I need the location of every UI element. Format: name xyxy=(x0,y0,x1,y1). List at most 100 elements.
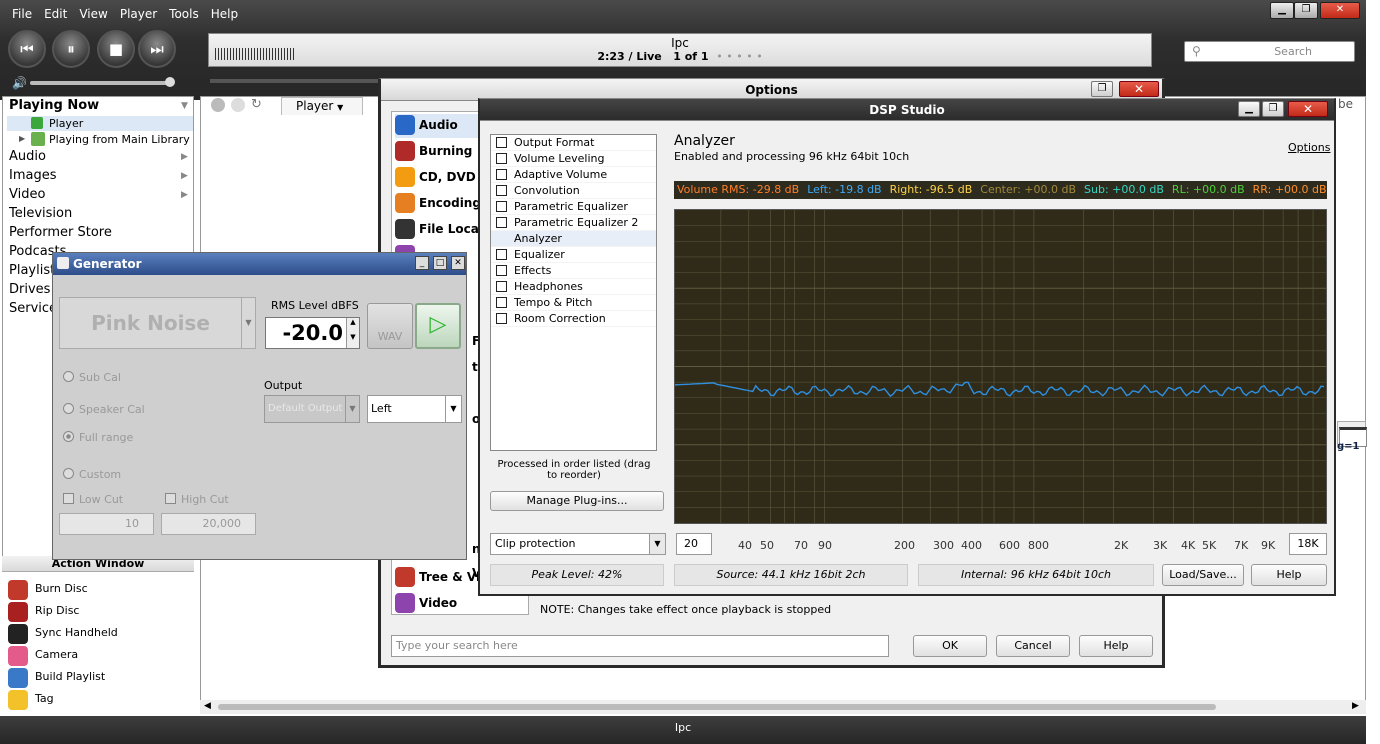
action-burn-disc[interactable]: Burn Disc xyxy=(8,580,88,600)
checkbox[interactable] xyxy=(496,185,507,196)
dsp-minimize-button[interactable]: ▁ xyxy=(1238,101,1260,117)
channel-select[interactable]: Left ▼ xyxy=(367,395,462,423)
dsp-close-button[interactable]: ✕ xyxy=(1288,101,1328,117)
high-cut-input[interactable]: 20,000 xyxy=(161,513,256,535)
action-camera[interactable]: Camera xyxy=(8,646,78,666)
tree-images[interactable]: Images xyxy=(9,168,57,183)
ok-button[interactable]: OK xyxy=(913,635,987,657)
dsp-item-output-format[interactable]: Output Format xyxy=(491,135,656,151)
chevron-right-icon[interactable]: ▶ xyxy=(181,190,188,200)
options-close-button[interactable]: ✕ xyxy=(1119,81,1159,97)
previous-button[interactable]: ⏮ xyxy=(8,30,46,68)
stop-button[interactable]: ■ xyxy=(97,30,135,68)
options-maximize-button[interactable]: ❐ xyxy=(1091,81,1113,97)
dsp-item-adaptive-volume[interactable]: Adaptive Volume xyxy=(491,167,656,183)
gen-maximize-button[interactable]: □ xyxy=(433,256,447,270)
cancel-button[interactable]: Cancel xyxy=(996,635,1070,657)
radio-custom[interactable] xyxy=(63,468,74,479)
low-cut-input[interactable]: 10 xyxy=(59,513,154,535)
checkbox[interactable] xyxy=(496,281,507,292)
dsp-help-button[interactable]: Help xyxy=(1251,564,1327,586)
tree-service[interactable]: Service xyxy=(9,301,57,316)
low-cut-checkbox[interactable] xyxy=(63,493,74,504)
checkbox[interactable] xyxy=(496,313,507,324)
checkbox[interactable] xyxy=(496,153,507,164)
next-button[interactable]: ⏭ xyxy=(138,30,176,68)
tree-playing-from[interactable]: Playing from Main Library xyxy=(49,133,190,146)
checkbox[interactable] xyxy=(496,201,507,212)
options-search-input[interactable]: Type your search here xyxy=(391,635,889,657)
checkbox[interactable] xyxy=(496,137,507,148)
action-rip-disc[interactable]: Rip Disc xyxy=(8,602,79,622)
tree-playlist[interactable]: Playlist xyxy=(9,263,55,278)
dsp-maximize-button[interactable]: ❐ xyxy=(1262,101,1284,117)
dsp-item-headphones[interactable]: Headphones xyxy=(491,279,656,295)
checkbox[interactable] xyxy=(496,249,507,260)
rating-dots[interactable]: • • • • • xyxy=(716,50,762,63)
dsp-item-analyzer[interactable]: Analyzer xyxy=(491,231,656,247)
action-build-playlist[interactable]: Build Playlist xyxy=(8,668,105,688)
manage-plugins-button[interactable]: Manage Plug-ins... xyxy=(490,491,664,511)
pause-button[interactable]: ⏸ xyxy=(52,30,90,68)
high-cut-checkbox[interactable] xyxy=(165,493,176,504)
clip-protection-select[interactable]: Clip protection ▼ xyxy=(490,533,666,555)
menu-help[interactable]: Help xyxy=(211,7,238,21)
radio-speaker-cal[interactable] xyxy=(63,403,74,414)
expand-icon[interactable]: ▶ xyxy=(19,134,25,143)
checkbox[interactable] xyxy=(496,169,507,180)
back-icon[interactable] xyxy=(211,98,225,112)
tree-video[interactable]: Video xyxy=(9,187,45,202)
dsp-item-tempo-pitch[interactable]: Tempo & Pitch xyxy=(491,295,656,311)
volume-slider[interactable] xyxy=(30,81,170,85)
minimize-button[interactable]: ▁ xyxy=(1270,2,1294,19)
dsp-item-room-correction[interactable]: Room Correction xyxy=(491,311,656,327)
dsp-item-effects[interactable]: Effects xyxy=(491,263,656,279)
radio-sub-cal[interactable] xyxy=(63,371,74,382)
signal-select[interactable]: Pink Noise ▼ xyxy=(59,297,256,349)
tree-drives[interactable]: Drives xyxy=(9,282,50,297)
gen-minimize-button[interactable]: _ xyxy=(415,256,429,270)
maximize-button[interactable]: ❐ xyxy=(1294,2,1318,19)
play-button[interactable]: ▷ xyxy=(415,303,461,349)
analyzer-options-link[interactable]: Options xyxy=(1288,141,1330,154)
gen-close-button[interactable]: ✕ xyxy=(451,256,465,270)
action-sync-handheld[interactable]: Sync Handheld xyxy=(8,624,118,644)
dsp-item-equalizer[interactable]: Equalizer xyxy=(491,247,656,263)
menu-view[interactable]: View xyxy=(79,7,107,21)
close-button[interactable]: ✕ xyxy=(1320,2,1360,19)
scroll-left-icon[interactable]: ◀ xyxy=(204,701,211,711)
scroll-right-icon[interactable]: ▶ xyxy=(1352,701,1359,711)
dsp-item-volume-leveling[interactable]: Volume Leveling xyxy=(491,151,656,167)
scroll-thumb[interactable] xyxy=(218,704,1216,710)
dsp-item-parametric-eq[interactable]: Parametric Equalizer xyxy=(491,199,656,215)
forward-icon[interactable] xyxy=(231,98,245,112)
search-input[interactable]: Search xyxy=(1184,41,1355,62)
dsp-item-parametric-eq-2[interactable]: Parametric Equalizer 2 xyxy=(491,215,656,231)
action-tag[interactable]: Tag xyxy=(8,690,54,710)
options-help-button[interactable]: Help xyxy=(1079,635,1153,657)
tree-playing-now[interactable]: Playing Now xyxy=(9,98,99,113)
refresh-icon[interactable]: ↻ xyxy=(251,97,262,112)
tab-player[interactable]: Player ▼ xyxy=(281,97,363,115)
wav-button[interactable]: WAV xyxy=(367,303,413,349)
menu-file[interactable]: File xyxy=(12,7,32,21)
stepper-down-icon[interactable]: ▼ xyxy=(346,333,359,348)
checkbox[interactable] xyxy=(496,297,507,308)
checkbox[interactable] xyxy=(496,265,507,276)
stepper-up-icon[interactable]: ▲ xyxy=(346,318,359,333)
chevron-right-icon[interactable]: ▶ xyxy=(181,171,188,181)
chevron-right-icon[interactable]: ▶ xyxy=(181,152,188,162)
menu-edit[interactable]: Edit xyxy=(44,7,67,21)
load-save-button[interactable]: Load/Save... xyxy=(1162,564,1244,586)
menu-tools[interactable]: Tools xyxy=(169,7,199,21)
tree-television[interactable]: Television xyxy=(9,206,72,221)
tree-audio[interactable]: Audio xyxy=(9,149,46,164)
dsp-item-convolution[interactable]: Convolution xyxy=(491,183,656,199)
radio-full-range[interactable] xyxy=(63,431,74,442)
tree-performer-store[interactable]: Performer Store xyxy=(9,225,112,240)
checkbox[interactable] xyxy=(496,217,507,228)
chevron-down-icon[interactable]: ▼ xyxy=(181,101,188,111)
output-device-select[interactable]: Default Output ▼ xyxy=(264,395,360,423)
menu-player[interactable]: Player xyxy=(120,7,157,21)
tree-player[interactable]: Player xyxy=(49,117,83,130)
